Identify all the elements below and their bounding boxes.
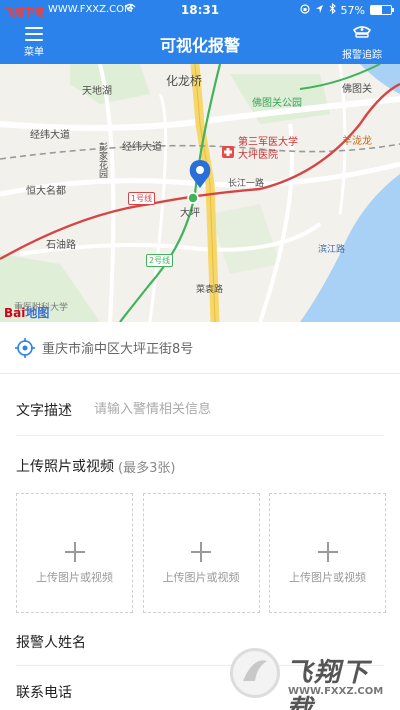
upload-box-label: 上传图片或视频 — [162, 571, 240, 584]
map-label-jingwei-2: 经纬大道 — [122, 142, 162, 153]
map-label-futuguan: 佛图关 — [342, 84, 372, 95]
metro-line-2-badge: 2号线 — [146, 254, 174, 267]
map-label-futuguan-park: 佛图关公园 — [252, 98, 302, 109]
upload-title-row: 上传照片或视频 (最多3张) — [16, 444, 384, 488]
alarm-track-button[interactable]: 报警追踪 — [334, 24, 390, 61]
metro-line-1-badge: 1号线 — [128, 192, 156, 205]
upload-label: 上传照片或视频 — [16, 459, 114, 475]
map-label-tiandihu: 天地湖 — [82, 86, 112, 97]
description-row: 文字描述 — [16, 384, 384, 436]
app-root: 飞翔下载 WWW.FXXZ.COM 18:31 57% 菜单 可视化报警 报警追… — [0, 0, 400, 710]
upload-grid: 上传图片或视频 上传图片或视频 上传图片或视频 — [16, 493, 386, 613]
phone-label: 联系电话 — [16, 685, 72, 701]
map-label-yanglong: 羊泷龙 — [342, 136, 372, 147]
description-label: 文字描述 — [16, 402, 72, 419]
upload-box-label: 上传图片或视频 — [289, 571, 366, 584]
upload-box-1[interactable]: 上传图片或视频 — [16, 493, 133, 613]
hamburger-icon — [25, 27, 43, 41]
nav-bar: 菜单 可视化报警 报警追踪 — [0, 22, 400, 64]
upload-hint: (最多3张) — [118, 460, 176, 476]
bluetooth-icon — [329, 2, 336, 17]
watermark-url: WWW.FXXZ.COM — [288, 686, 384, 697]
upload-box-2[interactable]: 上传图片或视频 — [142, 493, 260, 613]
map-view[interactable]: 化龙桥 天地湖 佛图关公园 佛图关 经纬大道 经纬大道 彭家花园 第三军医大学 … — [0, 64, 400, 322]
map-label-binjianglu: 滨江路 — [318, 245, 346, 255]
map-label-hengda: 恒大名都 — [26, 186, 66, 197]
map-label-pengjia: 彭家花园 — [97, 142, 107, 178]
lock-rotation-icon — [299, 3, 310, 17]
alarm-track-label: 报警追踪 — [342, 50, 382, 61]
description-input[interactable] — [94, 402, 354, 417]
address-text: 重庆市渝中区大坪正街8号 — [42, 342, 194, 357]
watermark-logo-text: 飞翔下载 — [286, 658, 371, 710]
plus-icon — [191, 542, 211, 562]
status-bar: 飞翔下载 WWW.FXXZ.COM 18:31 57% — [0, 0, 400, 22]
battery-percent: 57% — [340, 3, 365, 17]
police-cap-icon — [351, 26, 373, 46]
menu-label: 菜单 — [24, 47, 44, 58]
upload-box-label: 上传图片或视频 — [36, 571, 113, 584]
battery-icon — [370, 5, 394, 15]
upload-box-3[interactable]: 上传图片或视频 — [269, 493, 386, 613]
menu-button[interactable]: 菜单 — [14, 24, 54, 58]
location-arrow-icon — [315, 4, 324, 17]
plus-icon — [64, 542, 85, 562]
status-right: 57% — [299, 2, 394, 17]
watermark-logo-icon — [230, 648, 280, 698]
plus-icon — [317, 542, 338, 562]
baidu-map-logo: Bai地图 — [4, 306, 50, 320]
locate-target-icon — [14, 337, 36, 359]
site-watermark: 飞翔下载 WWW.FXXZ.COM — [230, 648, 390, 710]
map-label-caiyuanlu: 菜袁路 — [196, 285, 224, 295]
map-label-daping: 大坪 — [180, 208, 200, 219]
map-label-hualongqiao: 化龙桥 — [166, 74, 203, 88]
map-label-jingwei-1: 经纬大道 — [30, 130, 70, 141]
map-label-shiyoulu: 石油路 — [46, 240, 76, 251]
reporter-name-label: 报警人姓名 — [16, 634, 86, 651]
address-row[interactable]: 重庆市渝中区大坪正街8号 — [0, 322, 400, 374]
map-label-hospital: 第三军医大学 大坪医院 — [238, 137, 298, 161]
map-label-changjiang: 长江一路 — [228, 179, 265, 189]
